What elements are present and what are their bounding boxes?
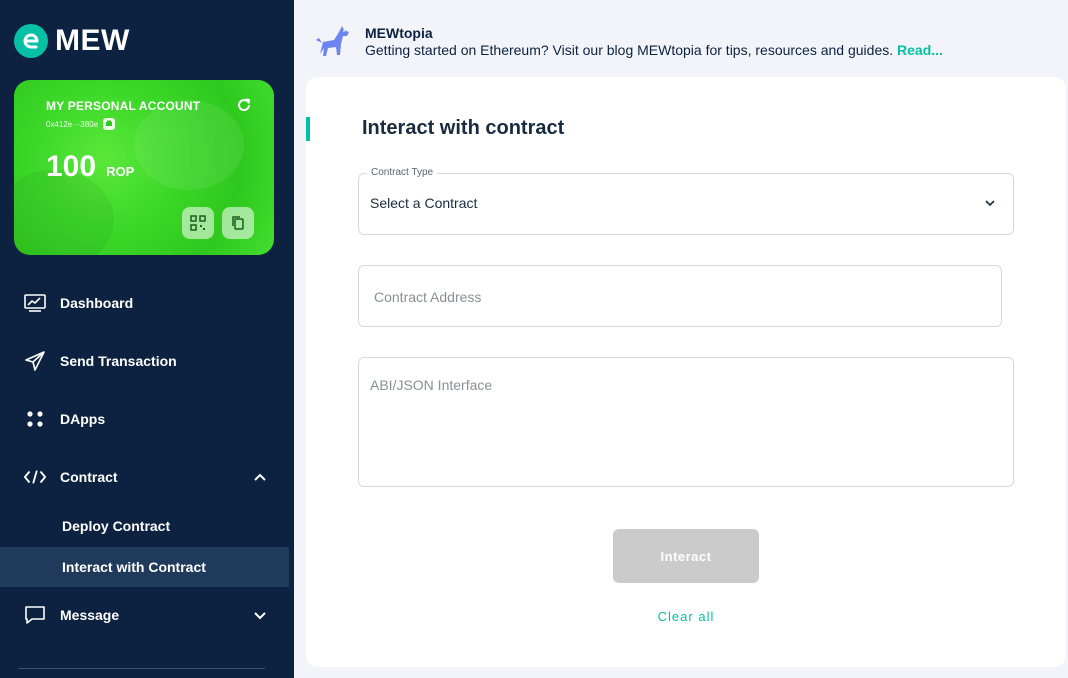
sidebar-item-label: DApps [60,411,106,427]
banner-description: Getting started on Ethereum? Visit our b… [365,42,943,59]
copy-address-button[interactable] [222,207,254,239]
dog-mascot-icon [314,24,352,60]
abi-json-placeholder: ABI/JSON Interface [370,377,493,393]
logo-text: MEW [55,24,130,57]
code-icon [24,466,46,488]
sidebar-item-message[interactable]: Message [0,595,294,635]
balance-amount: 100 [46,150,97,183]
print-icon[interactable] [103,118,116,130]
account-card: MY PERSONAL ACCOUNT 0x412e···380e 100 RO… [14,80,274,255]
sidebar-item-label: Dashboard [60,295,134,311]
sidebar-divider [18,668,265,669]
sidebar-item-label: Send Transaction [60,353,177,369]
abi-json-textarea[interactable]: ABI/JSON Interface [358,357,1014,487]
banner-description-text: Getting started on Ethereum? Visit our b… [365,42,894,58]
account-address: 0x412e···380e [46,119,99,129]
sidebar-subitem-label: Interact with Contract [62,559,206,575]
mewtopia-banner: MEWtopia Getting started on Ethereum? Vi… [314,24,943,64]
balance: 100 ROP [46,150,134,184]
account-address-row: 0x412e···380e [46,118,116,130]
sidebar-item-dashboard[interactable]: Dashboard [0,283,294,323]
interact-button[interactable]: Interact [613,529,759,583]
dots-grid-icon [24,408,46,430]
copy-icon [232,216,244,230]
paper-plane-icon [24,350,46,372]
contract-type-label: Contract Type [367,167,438,178]
sidebar-item-send-transaction[interactable]: Send Transaction [0,341,294,381]
account-title: MY PERSONAL ACCOUNT [46,99,201,113]
page-title: Interact with contract [362,117,565,139]
banner-title: MEWtopia [365,25,433,41]
banner-read-link[interactable]: Read... [897,42,943,58]
contract-type-value: Select a Contract [370,195,478,211]
sidebar-subitem-label: Deploy Contract [62,518,171,534]
message-icon [24,604,46,626]
chevron-down-icon [252,607,268,623]
contract-type-select[interactable]: Contract Type Select a Contract [358,167,1014,235]
sidebar: MEW MY PERSONAL ACCOUNT 0x412e···380e 10… [0,0,294,678]
contract-address-field[interactable]: Contract Address [358,265,1002,327]
mew-logo-icon [14,24,48,58]
interact-contract-panel: Interact with contract Contract Type Sel… [306,77,1066,667]
contract-address-placeholder: Contract Address [374,289,482,305]
balance-unit: ROP [106,164,135,179]
chevron-down-icon [983,196,997,210]
sidebar-item-label: Contract [60,469,118,485]
title-accent-bar [306,117,310,141]
mew-logo[interactable]: MEW [14,24,130,58]
sidebar-item-label: Message [60,607,120,623]
clear-all-link[interactable]: Clear all [306,609,1066,624]
qr-code-icon [190,215,206,231]
chart-monitor-icon [24,292,46,314]
sidebar-subitem-deploy-contract[interactable]: Deploy Contract [0,506,289,546]
qr-code-button[interactable] [182,207,214,239]
sidebar-item-dapps[interactable]: DApps [0,399,294,439]
chevron-up-icon [252,469,268,485]
sidebar-item-contract[interactable]: Contract [0,457,294,497]
sidebar-subitem-interact-with-contract[interactable]: Interact with Contract [0,547,289,587]
refresh-icon[interactable] [236,97,252,113]
